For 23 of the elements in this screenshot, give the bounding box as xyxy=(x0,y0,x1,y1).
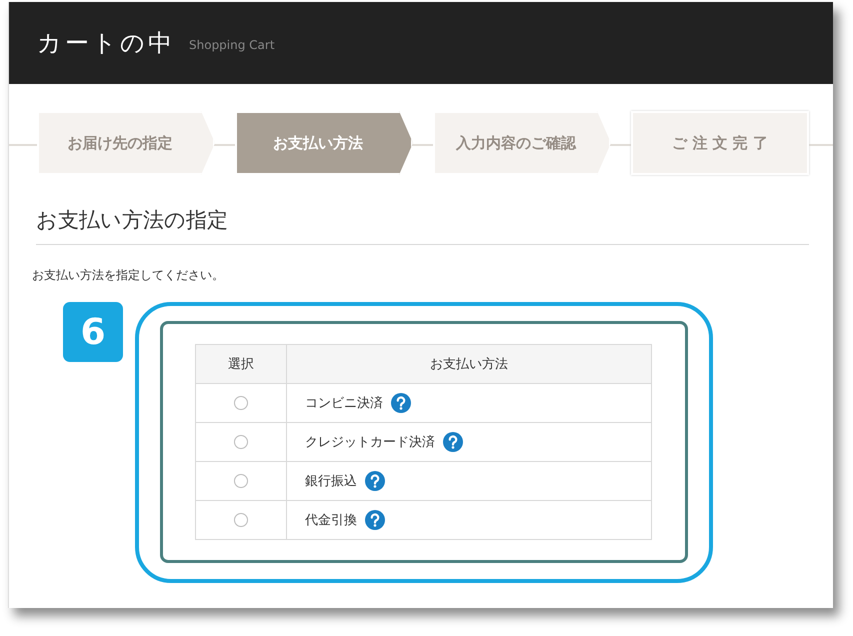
payment-method: 銀行振込 xyxy=(305,473,357,490)
checkout-step: ご 注 文 完 了 xyxy=(631,111,809,175)
checkout-step: お届け先の指定 xyxy=(37,111,215,175)
step-number-badge: 6 xyxy=(63,302,123,362)
help-icon[interactable] xyxy=(391,393,411,413)
help-icon[interactable] xyxy=(443,432,463,452)
column-header: お支払い方法 xyxy=(286,344,652,384)
section-heading: お支払い方法の指定 xyxy=(36,202,809,245)
instruction-text: お支払い方法を指定してください。 xyxy=(32,267,225,284)
payment-method: コンビニ決済 xyxy=(305,395,383,412)
payment-method: クレジットカード決済 xyxy=(305,434,435,451)
page-subtitle: Shopping Cart xyxy=(189,37,275,52)
help-icon[interactable] xyxy=(365,510,385,530)
radio-button[interactable] xyxy=(234,513,248,527)
checkout-step: 入力内容のご確認 xyxy=(433,111,611,175)
page-title: カートの中 xyxy=(37,28,175,59)
radio-button[interactable] xyxy=(234,435,248,449)
checkout-step: お支払い方法 xyxy=(235,111,413,175)
help-icon[interactable] xyxy=(365,471,385,491)
radio-button[interactable] xyxy=(234,474,248,488)
column-header: 選択 xyxy=(196,344,286,384)
payment-method: 代金引換 xyxy=(305,512,357,529)
radio-button[interactable] xyxy=(234,396,248,410)
